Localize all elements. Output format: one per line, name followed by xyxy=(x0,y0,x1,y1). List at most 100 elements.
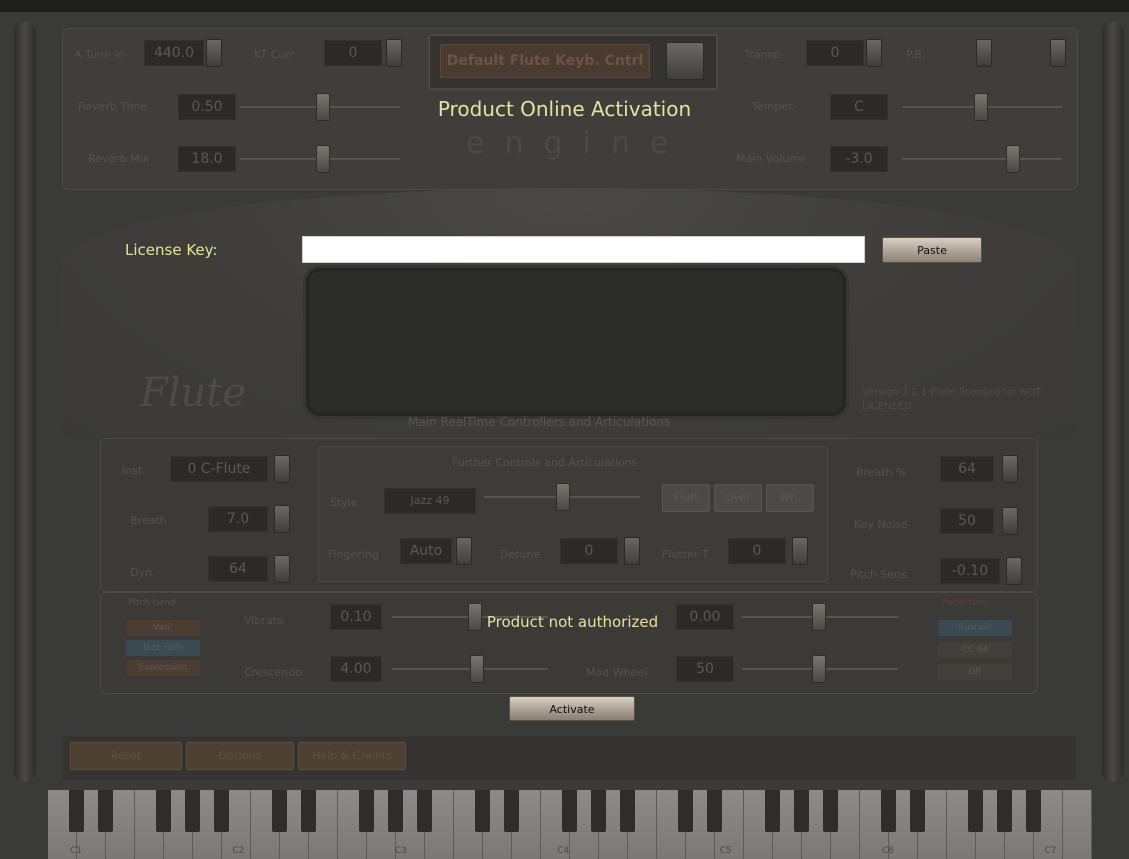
black-key xyxy=(69,790,84,832)
pedal-off: Off xyxy=(938,664,1012,680)
black-key xyxy=(997,790,1012,832)
realtime-caption: Main RealTime Controllers and Articulati… xyxy=(408,415,671,429)
mod-wheel-thumb xyxy=(812,655,826,683)
key-noise-stepper xyxy=(1002,507,1018,535)
preset-name: Default Flute Keyb. Cntrl xyxy=(440,44,650,78)
dyn-value: 64 xyxy=(208,556,268,582)
further-controls-title: Further Controls and Articulations xyxy=(452,456,638,469)
black-key xyxy=(475,790,490,832)
black-key xyxy=(794,790,809,832)
octave-label: C1 xyxy=(70,846,83,856)
reverb-mix-label: Reverb Mix xyxy=(88,152,150,165)
pitch-sens-stepper xyxy=(1006,557,1022,585)
lower-control-panel xyxy=(100,592,1038,694)
black-key xyxy=(562,790,577,832)
dyn-label: Dyn. xyxy=(130,566,156,579)
left-side-rail xyxy=(14,22,36,782)
octave-label: C3 xyxy=(394,846,407,856)
dyn-stepper xyxy=(274,555,290,583)
reset-button: Reset xyxy=(70,742,182,770)
inst-stepper xyxy=(274,455,290,483)
black-key xyxy=(185,790,200,832)
black-key xyxy=(881,790,896,832)
breath-pct-value: 64 xyxy=(940,456,994,482)
mod-wheel-value: 50 xyxy=(676,656,734,682)
fingering-stepper xyxy=(456,537,472,565)
black-key xyxy=(301,790,316,832)
tune-label: A Tune in xyxy=(74,48,125,61)
black-key xyxy=(272,790,287,832)
transpose-stepper xyxy=(866,39,882,67)
fingering-value: Auto xyxy=(400,538,452,564)
black-key xyxy=(1026,790,1041,832)
right-side-rail xyxy=(1102,22,1124,782)
breath-label: Breath xyxy=(130,514,167,527)
inst-value: 0 C-Flute xyxy=(170,456,268,482)
mod-wheel-label: Mod Wheel xyxy=(586,666,648,679)
fingering-label: Fingering xyxy=(328,548,379,561)
main-volume-slider xyxy=(902,158,1062,160)
pitch-bend-down-stepper xyxy=(1050,39,1066,67)
black-key xyxy=(214,790,229,832)
license-key-label: License Key: xyxy=(125,241,218,259)
black-key xyxy=(98,790,113,832)
pitch-bend-up-stepper xyxy=(976,39,992,67)
black-key xyxy=(620,790,635,832)
dialog-title: Product Online Activation xyxy=(437,97,692,121)
octave-label: C4 xyxy=(557,846,570,856)
activate-button[interactable]: Activate xyxy=(509,696,635,721)
white-key xyxy=(1063,790,1092,859)
crescendo-thumb xyxy=(470,655,484,683)
inst-label: Inst xyxy=(122,464,143,477)
breath-pct-label: Breath % xyxy=(856,466,907,479)
kt-stepper xyxy=(386,39,402,67)
crescendo-value: 4.00 xyxy=(330,656,382,682)
detune-label: Detune xyxy=(500,548,541,561)
window-top-frame xyxy=(0,0,1129,12)
style-label: Style xyxy=(330,496,358,509)
key-noise-value: 50 xyxy=(940,508,994,534)
kt-value: 0 xyxy=(324,40,382,66)
style-thumb xyxy=(556,483,570,511)
piano-keyboard xyxy=(48,790,1092,859)
flute-logo: Flute xyxy=(140,370,247,416)
key-noise-label: Key Noise xyxy=(854,518,908,531)
black-key xyxy=(678,790,693,832)
reverb-mix-thumb xyxy=(316,145,330,173)
pitch-bend-label: P.B. xyxy=(906,48,926,61)
overblow-toggle: Over xyxy=(714,484,762,512)
style-number: 49 xyxy=(435,494,450,507)
flutter-t-stepper xyxy=(792,537,808,565)
pedal-cc64: CC 64 xyxy=(938,642,1012,658)
black-key xyxy=(765,790,780,832)
authorization-status: Product not authorized xyxy=(486,613,659,631)
black-key xyxy=(388,790,403,832)
flutter-t-label: Flutter T. xyxy=(662,548,711,561)
pitch-sens-value: -0.10 xyxy=(940,558,1000,584)
pitch-mode-expression: Expression xyxy=(126,660,200,676)
black-key xyxy=(968,790,983,832)
pitch-sens-label: Pitch Sens. xyxy=(850,568,911,581)
tune-value: 440.0 xyxy=(144,40,204,66)
reverb-mix-value: 18.0 xyxy=(178,146,236,172)
options-button: Options xyxy=(186,742,294,770)
preset-selector: Default Flute Keyb. Cntrl xyxy=(428,34,718,90)
main-volume-thumb xyxy=(1006,145,1020,173)
engine-logo-text: engine xyxy=(466,126,689,161)
black-key xyxy=(823,790,838,832)
kt-label: KT Curr xyxy=(254,48,295,61)
license-key-input[interactable] xyxy=(302,236,865,263)
help-credits-button: Help & Credits xyxy=(298,742,406,770)
pedal-func-title: Pedal func. xyxy=(942,598,992,608)
flutter-toggle: Flutt xyxy=(662,484,710,512)
black-key xyxy=(910,790,925,832)
version-info: Version 2.1.1 Flute licensed to: NOT LIC… xyxy=(862,387,1042,412)
realtime-display-screen xyxy=(306,268,846,416)
preset-arrows xyxy=(666,42,704,80)
paste-button[interactable]: Paste xyxy=(882,237,982,263)
crescendo-label: Crescendo xyxy=(244,666,302,679)
breath-value: 7.0 xyxy=(208,506,268,532)
octave-label: C5 xyxy=(719,846,732,856)
black-key xyxy=(591,790,606,832)
style-name: Jazz xyxy=(410,494,433,507)
